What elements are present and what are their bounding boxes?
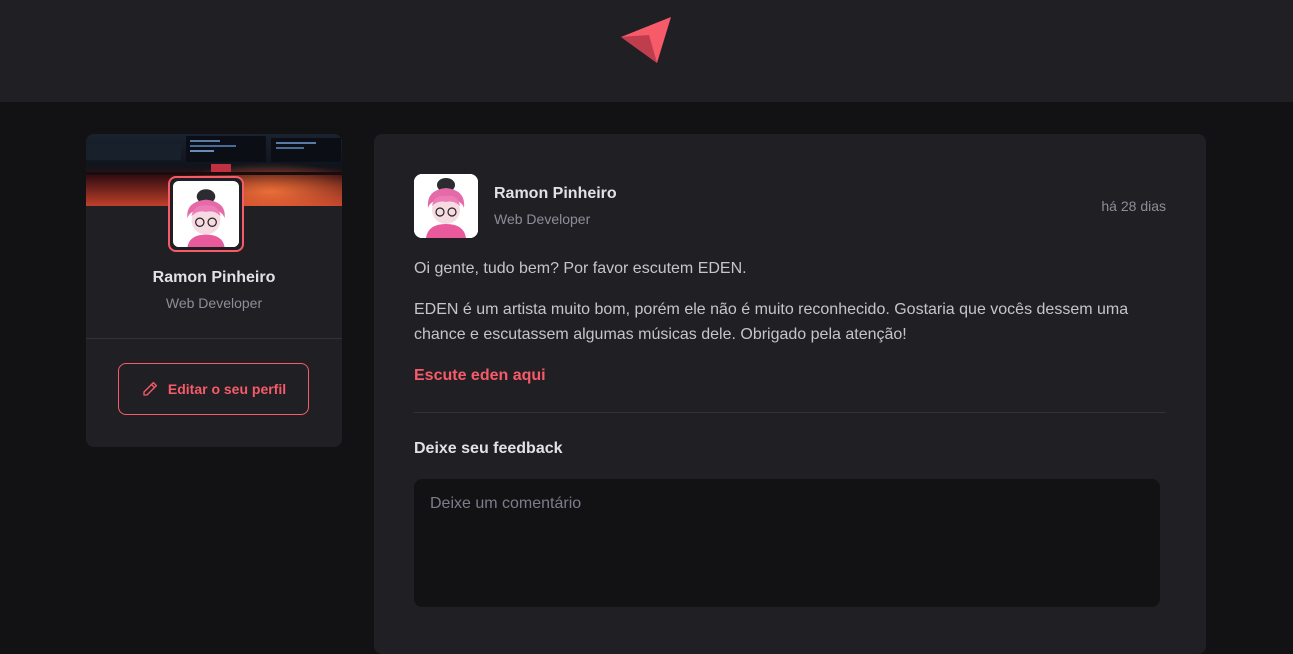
ignite-logo-icon — [621, 17, 671, 63]
edit-profile-button[interactable]: Editar o seu perfil — [118, 363, 309, 415]
feedback-title: Deixe seu feedback — [414, 440, 563, 457]
divider — [86, 338, 342, 339]
post-time: há 28 dias — [1101, 198, 1166, 214]
post-paragraph: Oi gente, tudo bem? Por favor escutem ED… — [414, 260, 747, 277]
profile-name: Ramon Pinheiro — [152, 269, 276, 286]
post-avatar[interactable] — [414, 174, 478, 238]
pencil-icon — [143, 381, 157, 396]
post-content: Oi gente, tudo bem? Por favor escutem ED… — [414, 256, 1166, 404]
edit-profile-label: Editar o seu perfil — [167, 381, 287, 397]
post-card: Ramon Pinheiro Web Developer há 28 dias … — [374, 134, 1206, 654]
author-role: Web Developer — [494, 211, 591, 227]
avatar-image — [173, 181, 239, 247]
post-paragraph: EDEN é um artista muito bom, porém ele n… — [414, 301, 1129, 343]
top-header — [0, 0, 1293, 102]
comment-input[interactable] — [414, 479, 1160, 607]
divider — [414, 412, 1166, 413]
avatar[interactable] — [168, 176, 244, 252]
profile-sidebar: Ramon Pinheiro Web Developer Editar o se… — [86, 134, 342, 447]
avatar-image — [414, 174, 478, 238]
post-link[interactable]: Escute eden aqui — [414, 367, 546, 384]
profile-role: Web Developer — [165, 295, 263, 311]
author-name: Ramon Pinheiro — [494, 185, 617, 202]
